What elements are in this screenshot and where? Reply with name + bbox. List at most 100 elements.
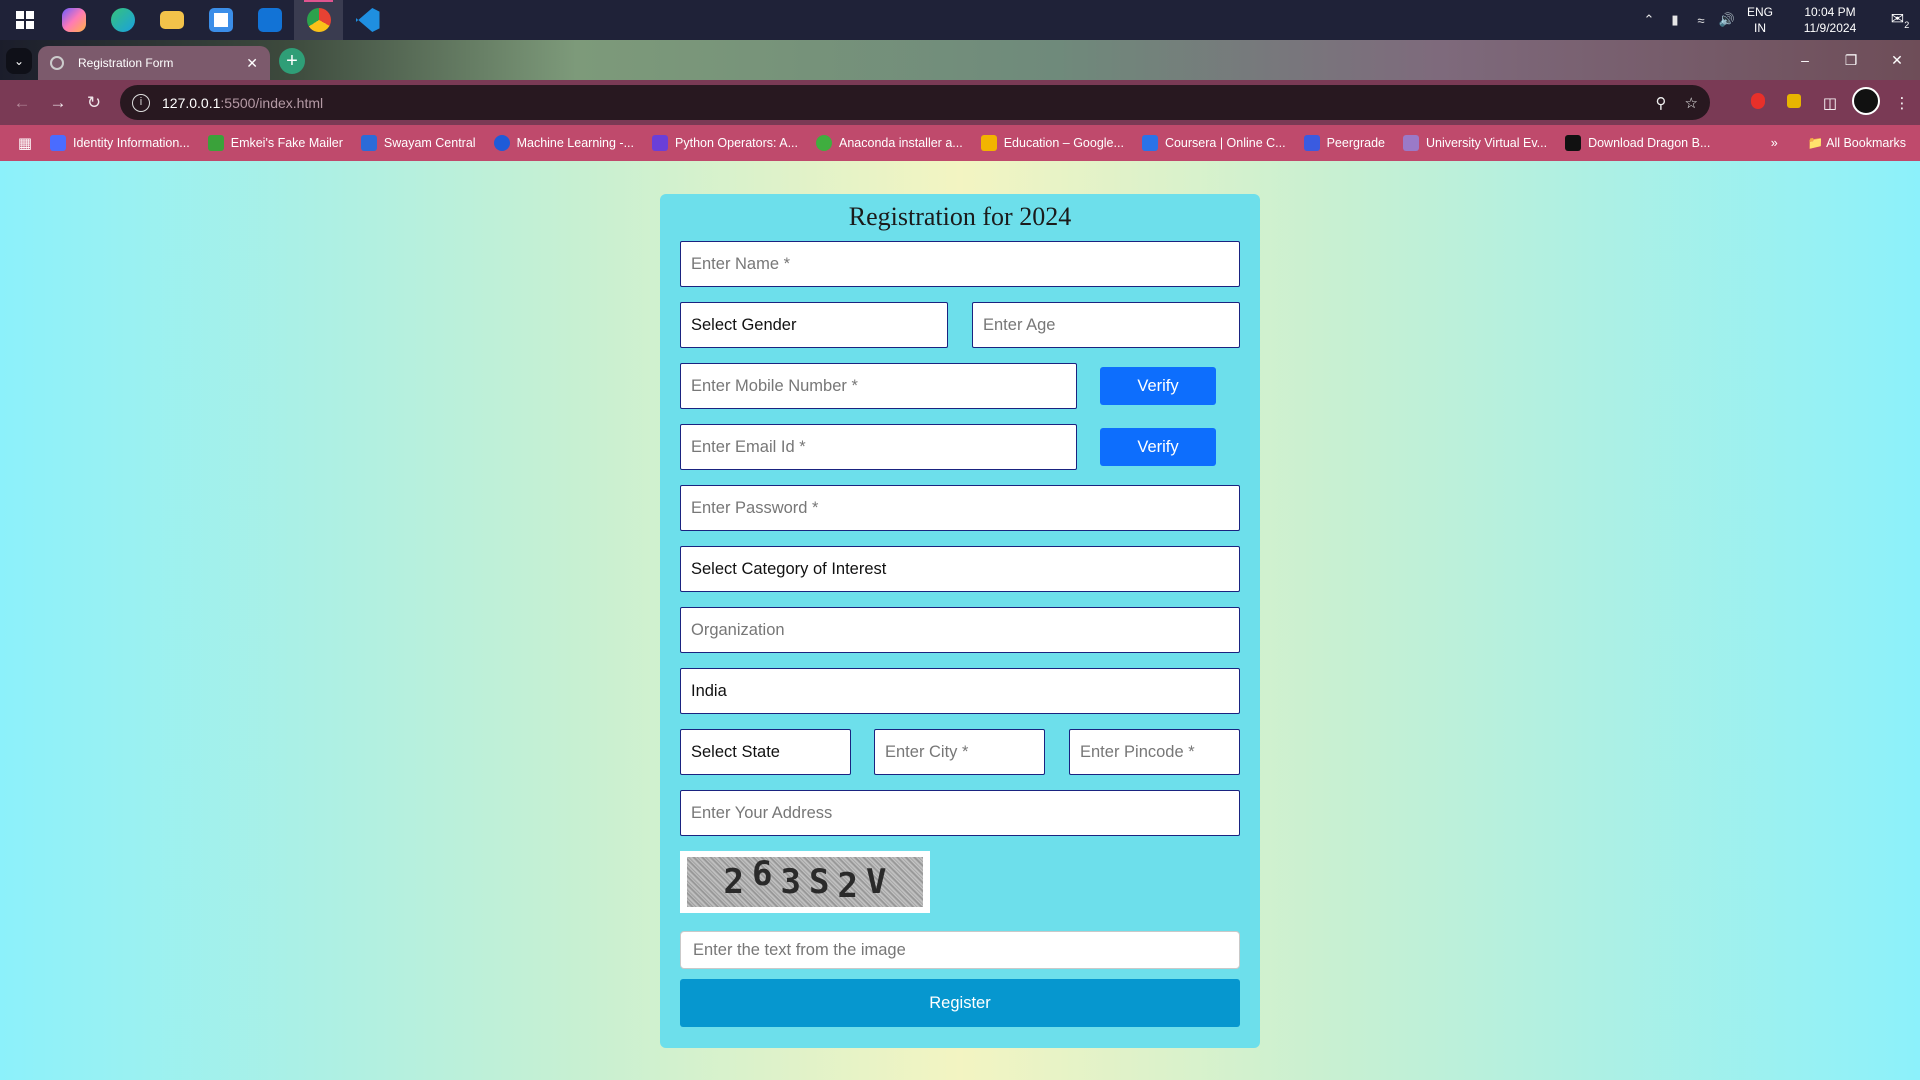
file-explorer-icon[interactable] xyxy=(147,0,196,40)
url-host: 127.0.0.1 xyxy=(162,94,221,111)
bookmark-item[interactable]: Identity Information... xyxy=(50,135,190,151)
bookmark-item[interactable]: Python Operators: A... xyxy=(652,135,798,151)
microsoft-store-icon[interactable] xyxy=(196,0,245,40)
bookmark-favicon-icon xyxy=(1402,135,1419,151)
name-placeholder: Enter Name * xyxy=(691,254,791,273)
bookmark-label: University Virtual Ev... xyxy=(1425,136,1548,150)
gender-select[interactable]: Select Gender xyxy=(680,302,948,348)
bookmark-item[interactable]: Peergrade xyxy=(1303,135,1385,151)
bookmark-item[interactable]: Download Dragon B... xyxy=(1565,135,1710,151)
bookmark-item[interactable]: Coursera | Online C... xyxy=(1141,135,1286,151)
age-input[interactable]: Enter Age xyxy=(972,302,1240,348)
copilot-icon[interactable] xyxy=(49,0,98,40)
pincode-placeholder: Enter Pincode * xyxy=(1080,742,1195,761)
country-input[interactable]: India xyxy=(680,668,1240,714)
red-extension-icon[interactable] xyxy=(1740,92,1776,113)
mobile-input[interactable]: Enter Mobile Number * xyxy=(680,363,1077,409)
bookmark-favicon-icon xyxy=(493,135,510,151)
age-placeholder: Enter Age xyxy=(983,315,1056,334)
verify-email-button[interactable]: Verify xyxy=(1100,428,1216,466)
language-indicator[interactable]: ENG IN xyxy=(1740,4,1780,36)
battery-icon[interactable]: ▮ xyxy=(1662,12,1688,28)
apps-grid-icon[interactable]: ▦ xyxy=(0,134,50,152)
bookmark-favicon-icon xyxy=(50,135,66,151)
captcha-char: 2 xyxy=(837,866,858,906)
captcha-input[interactable]: Enter the text from the image xyxy=(680,931,1240,969)
bookmark-favicon-icon xyxy=(1303,135,1320,151)
captcha-char: S xyxy=(809,862,830,902)
password-input[interactable]: Enter Password * xyxy=(680,485,1240,531)
notification-icon[interactable]: ✉2 xyxy=(1880,9,1920,30)
notification-count: 2 xyxy=(1904,20,1910,31)
bookmark-label: Peergrade xyxy=(1326,136,1385,150)
restore-icon[interactable]: ❐ xyxy=(1828,40,1874,80)
password-placeholder: Enter Password * xyxy=(691,498,819,517)
clock[interactable]: 10:04 PM 11/9/2024 xyxy=(1780,4,1880,36)
region-code: IN xyxy=(1754,21,1766,35)
register-button[interactable]: Register xyxy=(680,979,1240,1027)
back-arrow-icon[interactable]: ← xyxy=(4,85,40,121)
bookmark-favicon-icon xyxy=(1141,135,1158,151)
reload-icon[interactable]: ↻ xyxy=(76,85,112,121)
tab-registration-form[interactable]: Registration Form ✕ xyxy=(38,46,270,80)
bookmark-item[interactable]: Machine Learning -... xyxy=(493,135,634,151)
chrome-icon[interactable] xyxy=(294,0,343,40)
category-select[interactable]: Select Category of Interest xyxy=(680,546,1240,592)
verify-mobile-button[interactable]: Verify xyxy=(1100,367,1216,405)
state-select[interactable]: Select State xyxy=(680,729,851,775)
bookmarks-bar: ▦ Identity Information... Emkei's Fake M… xyxy=(0,125,1920,161)
windows-taskbar: ⌃ ▮ ≈ 🔊 ENG IN 10:04 PM 11/9/2024 ✉2 xyxy=(0,0,1920,40)
organization-input[interactable]: Organization xyxy=(680,607,1240,653)
bookmark-item[interactable]: University Virtual Ev... xyxy=(1402,135,1548,151)
email-input[interactable]: Enter Email Id * xyxy=(680,424,1077,470)
wifi-icon[interactable]: ≈ xyxy=(1688,13,1714,28)
kebab-menu-icon[interactable]: ⋮ xyxy=(1884,94,1920,112)
bookmark-item[interactable]: Education – Google... xyxy=(980,135,1124,151)
address-input[interactable]: Enter Your Address xyxy=(680,790,1240,836)
start-icon[interactable] xyxy=(0,0,49,40)
close-icon[interactable]: ✕ xyxy=(1874,40,1920,80)
vscode-icon[interactable] xyxy=(343,0,392,40)
window-controls: – ❐ ✕ xyxy=(1782,40,1920,80)
bookmark-item[interactable]: Anaconda installer a... xyxy=(816,135,963,151)
captcha-placeholder: Enter the text from the image xyxy=(693,940,906,959)
tab-close-icon[interactable]: ✕ xyxy=(246,55,258,72)
edge-icon[interactable] xyxy=(98,0,147,40)
bookmark-label: Download Dragon B... xyxy=(1588,136,1711,150)
bookmark-label: Emkei's Fake Mailer xyxy=(230,136,343,150)
city-input[interactable]: Enter City * xyxy=(874,729,1045,775)
forward-arrow-icon[interactable]: → xyxy=(40,85,76,121)
country-value: India xyxy=(691,681,727,700)
name-input[interactable]: Enter Name * xyxy=(680,241,1240,287)
tab-title: Registration Form xyxy=(78,56,174,70)
registration-form-card: Registration for 2024 Enter Name * Selec… xyxy=(660,194,1260,1048)
yellow-extension-icon[interactable] xyxy=(1776,93,1812,112)
volume-icon[interactable]: 🔊 xyxy=(1714,12,1740,28)
captcha-image: 2 6 3 S 2 V xyxy=(680,851,930,913)
bookmark-star-icon[interactable]: ☆ xyxy=(1685,94,1698,112)
captcha-char: 2 xyxy=(723,862,745,902)
tab-search-chevron-icon[interactable]: ⌄ xyxy=(6,48,32,74)
profile-avatar[interactable] xyxy=(1848,86,1884,119)
chevron-up-icon[interactable]: ⌃ xyxy=(1636,12,1662,28)
puzzle-extensions-icon[interactable]: ◫ xyxy=(1812,94,1848,112)
outlook-icon[interactable] xyxy=(245,0,294,40)
bookmark-label: Anaconda installer a... xyxy=(839,136,963,150)
mobile-placeholder: Enter Mobile Number * xyxy=(691,376,858,395)
address-bar[interactable]: i 127.0.0.1 :5500/index.html ⚲ ☆ xyxy=(120,85,1710,120)
new-tab-button[interactable]: + xyxy=(279,48,305,74)
bookmark-favicon-icon xyxy=(652,135,669,151)
minimize-icon[interactable]: – xyxy=(1782,40,1828,80)
location-pin-icon[interactable]: ⚲ xyxy=(1656,94,1667,112)
bookmark-favicon-icon xyxy=(980,135,997,151)
bookmark-favicon-icon xyxy=(1565,135,1582,151)
more-bookmarks-chevron-icon[interactable]: » xyxy=(1771,136,1778,150)
bookmark-item[interactable]: Swayam Central xyxy=(360,135,476,151)
category-select-value: Select Category of Interest xyxy=(691,559,887,578)
bookmark-favicon-icon xyxy=(360,135,377,151)
all-bookmarks-folder[interactable]: 📁 All Bookmarks xyxy=(1808,136,1906,151)
captcha-text: 2 6 3 S 2 V xyxy=(687,854,923,907)
site-info-icon[interactable]: i xyxy=(132,93,150,112)
pincode-input[interactable]: Enter Pincode * xyxy=(1069,729,1240,775)
bookmark-item[interactable]: Emkei's Fake Mailer xyxy=(207,135,343,151)
